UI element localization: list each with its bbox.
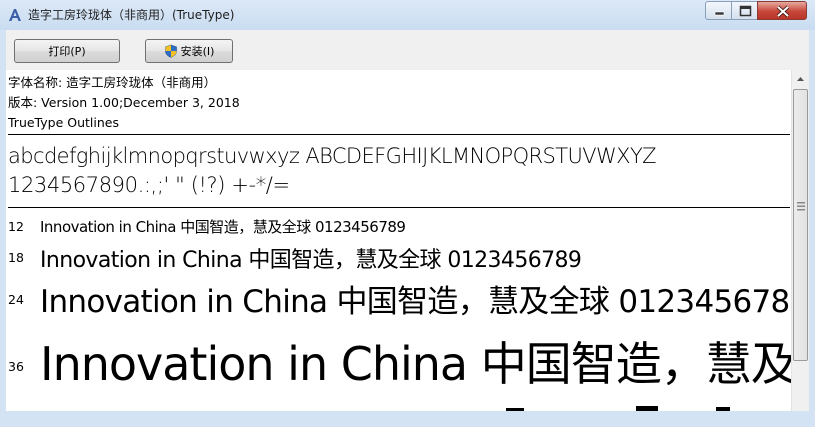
sample-text: Innovation in China 中国智造，慧及全球 0123456789 <box>40 218 406 236</box>
scroll-up-arrow-icon[interactable] <box>792 70 809 88</box>
sample-text: Innovation in China 中国智造，慧及全球 0123456789 <box>40 248 582 273</box>
maximize-icon <box>739 5 752 17</box>
sample-text: Innovation in China 中国智造，慧及全球 0123456789 <box>40 284 791 320</box>
uac-shield-icon <box>164 44 177 58</box>
close-button[interactable] <box>757 1 807 20</box>
font-preview-pane: 字体名称: 造字工房玲珑体（非商用） 版本: Version 1.00;Dece… <box>6 70 791 411</box>
font-icon <box>9 9 21 21</box>
font-name-line: 字体名称: 造字工房玲珑体（非商用） <box>8 75 217 90</box>
title-bar[interactable]: 造字工房玲珑体（非商用）(TrueType) <box>0 0 815 30</box>
charset-lowercase-uppercase: abcdefghijklmnopqrstuvwxyz ABCDEFGHIJKLM… <box>8 144 657 168</box>
window-frame-bottom <box>0 411 815 427</box>
scroll-thumb[interactable] <box>793 89 808 361</box>
font-version-line: 版本: Version 1.00;December 3, 2018 <box>8 95 240 110</box>
print-button[interactable]: 打印(P) <box>14 39 120 63</box>
minimize-button[interactable] <box>705 1 732 20</box>
vertical-scrollbar[interactable] <box>791 70 809 411</box>
maximize-button[interactable] <box>731 1 758 20</box>
close-icon <box>776 5 790 18</box>
sample-text: Innovation in China 中国智造，慧及全球 0123456789 <box>40 337 791 391</box>
sample-size-label: 24 <box>8 292 24 307</box>
sample-size-label: 18 <box>8 250 24 265</box>
font-info: 字体名称: 造字工房玲珑体（非商用） 版本: Version 1.00;Dece… <box>8 73 240 133</box>
minimize-icon <box>714 11 725 16</box>
divider <box>8 134 790 135</box>
window-title: 造字工房玲珑体（非商用）(TrueType) <box>28 8 235 22</box>
sample-size-label: 12 <box>8 219 24 234</box>
sample-row-partial <box>506 406 730 411</box>
divider <box>8 207 790 208</box>
install-button[interactable]: 安装(I) <box>145 39 233 63</box>
grip-icon <box>797 202 805 211</box>
charset-digits-symbols: 1234567890.:,;' " (!?) +-*/= <box>8 173 290 197</box>
toolbar: 打印(P) 安装(I) <box>6 30 809 70</box>
install-label: 安装(I) <box>180 45 215 58</box>
sample-size-label: 36 <box>8 359 24 374</box>
font-outline-line: TrueType Outlines <box>8 115 119 130</box>
